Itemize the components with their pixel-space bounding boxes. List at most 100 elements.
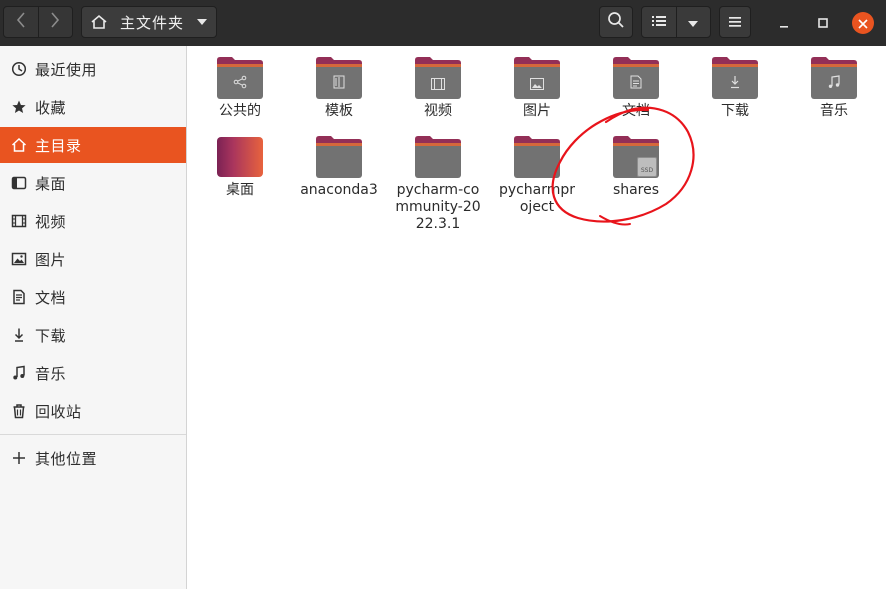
minimize-icon	[778, 14, 790, 33]
document-icon	[630, 74, 642, 93]
sidebar-item-home[interactable]: 主目录	[0, 127, 186, 163]
file-name: shares	[612, 182, 660, 198]
sidebar-item-label: 收藏	[35, 98, 67, 117]
chevron-left-icon	[16, 12, 26, 32]
folder-icon	[513, 135, 561, 179]
desktop-folder-icon	[216, 135, 264, 179]
file-item-shares[interactable]: SSD shares	[590, 127, 682, 199]
desktop-icon	[10, 175, 28, 191]
sidebar-item-videos[interactable]: 视频	[0, 203, 186, 239]
plus-icon	[10, 451, 28, 465]
view-options-button[interactable]	[675, 7, 711, 37]
back-button[interactable]	[4, 7, 38, 37]
file-grid: 公共的 模板 视频 图片 文档 下载 音乐 桌面 anaconda3 pycha…	[187, 46, 886, 589]
list-view-icon	[651, 13, 667, 32]
file-item-music[interactable]: 音乐	[788, 48, 880, 120]
navigation-buttons	[3, 6, 73, 38]
folder-icon	[612, 56, 660, 100]
close-button[interactable]	[852, 12, 874, 34]
file-item-anaconda3[interactable]: anaconda3	[293, 127, 385, 199]
sidebar-item-pictures[interactable]: 图片	[0, 241, 186, 277]
file-name: 文档	[622, 103, 650, 119]
video-icon	[10, 213, 28, 229]
folder-icon	[216, 56, 264, 100]
file-name: anaconda3	[300, 182, 378, 198]
path-label: 主文件夹	[120, 13, 185, 32]
file-name: 模板	[325, 103, 353, 119]
file-name: pycharmproject	[498, 182, 576, 215]
file-item-pycharmproject[interactable]: pycharmproject	[491, 127, 583, 216]
chevron-down-icon	[197, 19, 207, 25]
music-icon	[10, 365, 28, 381]
forward-button[interactable]	[37, 7, 73, 37]
sidebar-item-label: 桌面	[35, 174, 67, 193]
file-item-pycharm-community[interactable]: pycharm-community-2022.3.1	[392, 127, 484, 233]
video-icon	[431, 75, 445, 94]
list-view-button[interactable]	[642, 7, 676, 37]
sidebar-item-recent[interactable]: 最近使用	[0, 51, 186, 87]
maximize-button[interactable]	[813, 13, 833, 33]
share-icon	[233, 74, 247, 93]
sidebar-item-label: 文档	[35, 288, 67, 307]
file-name: 公共的	[219, 103, 261, 119]
path-bar-button[interactable]: 主文件夹	[81, 6, 217, 38]
file-item-pictures[interactable]: 图片	[491, 48, 583, 120]
sidebar-item-music[interactable]: 音乐	[0, 355, 186, 391]
file-item-downloads[interactable]: 下载	[689, 48, 781, 120]
folder-icon	[414, 56, 462, 100]
hamburger-menu-icon	[728, 13, 742, 32]
star-icon	[10, 99, 28, 115]
sidebar-item-trash[interactable]: 回收站	[0, 393, 186, 429]
menu-button[interactable]	[719, 6, 751, 38]
maximize-icon	[817, 14, 829, 33]
file-name: 音乐	[820, 103, 848, 119]
clock-icon	[10, 61, 28, 77]
folder-icon	[315, 135, 363, 179]
search-button[interactable]	[599, 6, 633, 38]
sidebar: 最近使用 收藏 主目录 桌面 视频 图片 文档 下载 音乐 回收站 其他位置	[0, 46, 187, 589]
music-icon	[827, 74, 841, 93]
template-icon	[333, 74, 345, 93]
file-item-public[interactable]: 公共的	[194, 48, 286, 120]
document-icon	[10, 289, 28, 305]
file-item-videos[interactable]: 视频	[392, 48, 484, 120]
folder-icon	[810, 56, 858, 100]
file-name: pycharm-community-2022.3.1	[395, 182, 481, 232]
sidebar-item-downloads[interactable]: 下载	[0, 317, 186, 353]
sidebar-item-label: 下载	[35, 326, 67, 345]
file-item-documents[interactable]: 文档	[590, 48, 682, 120]
sidebar-item-documents[interactable]: 文档	[0, 279, 186, 315]
sidebar-item-desktop[interactable]: 桌面	[0, 165, 186, 201]
sidebar-item-starred[interactable]: 收藏	[0, 89, 186, 125]
file-name: 视频	[424, 103, 452, 119]
folder-icon	[513, 56, 561, 100]
download-icon	[10, 327, 28, 343]
sidebar-item-label: 音乐	[35, 364, 67, 383]
folder-icon	[315, 56, 363, 100]
home-icon	[10, 137, 28, 153]
file-name: 下载	[721, 103, 749, 119]
trash-icon	[10, 403, 28, 419]
home-icon	[90, 14, 108, 30]
file-item-desktop[interactable]: 桌面	[194, 127, 286, 199]
header-bar: 主文件夹	[0, 0, 886, 46]
chevron-down-icon	[687, 13, 699, 32]
image-icon	[10, 251, 28, 267]
close-icon	[858, 14, 868, 33]
folder-icon	[414, 135, 462, 179]
folder-icon: SSD	[612, 135, 660, 179]
ssd-badge-label: SSD	[640, 167, 654, 174]
sidebar-divider	[0, 434, 186, 435]
sidebar-item-other-locations[interactable]: 其他位置	[0, 440, 186, 476]
file-item-templates[interactable]: 模板	[293, 48, 385, 120]
search-icon	[607, 11, 625, 33]
chevron-right-icon	[50, 12, 60, 32]
folder-icon	[711, 56, 759, 100]
minimize-button[interactable]	[774, 13, 794, 33]
sidebar-item-label: 最近使用	[35, 60, 98, 79]
image-icon	[530, 75, 544, 94]
sidebar-item-label: 其他位置	[35, 449, 98, 468]
view-mode-group	[641, 6, 711, 38]
download-icon	[729, 74, 741, 93]
sidebar-item-label: 视频	[35, 212, 67, 231]
